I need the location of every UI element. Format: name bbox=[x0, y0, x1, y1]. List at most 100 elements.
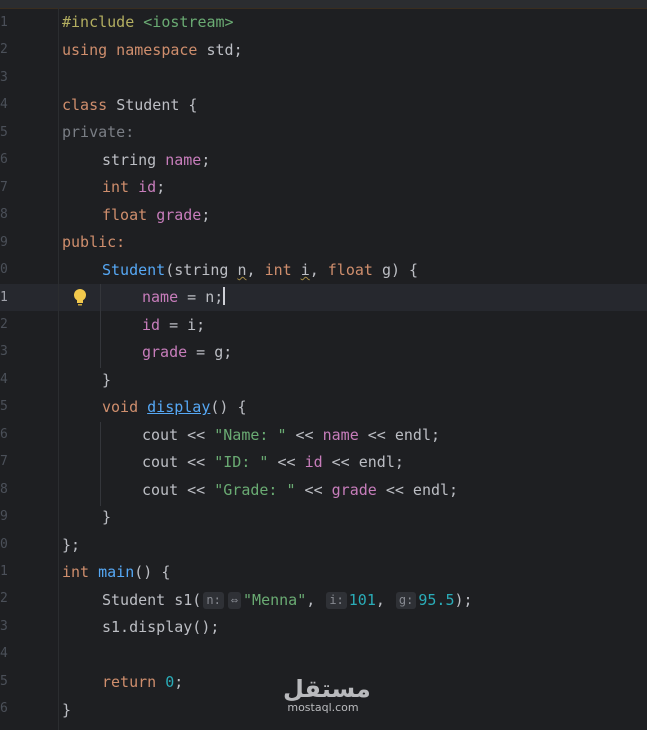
code-token: name bbox=[322, 426, 359, 444]
code-token: , bbox=[306, 591, 325, 609]
line-number[interactable]: 7 bbox=[0, 448, 8, 475]
line-number[interactable]: 2 bbox=[0, 36, 8, 63]
code-token: int bbox=[102, 178, 139, 196]
code-token: string bbox=[102, 151, 166, 169]
watermark-latin: mostaql.com bbox=[287, 701, 359, 714]
line-number[interactable]: 0 bbox=[0, 531, 8, 558]
line-number[interactable]: 3 bbox=[0, 64, 8, 91]
code-token: << endl; bbox=[376, 481, 459, 499]
code-token: cout << bbox=[142, 426, 215, 444]
code-line-6[interactable]: string name; bbox=[102, 147, 210, 174]
code-token: private: bbox=[62, 123, 135, 141]
line-number[interactable]: 5 bbox=[0, 668, 8, 695]
parameter-hint-g[interactable]: g: bbox=[395, 592, 417, 609]
code-token: 95.5 bbox=[418, 591, 455, 609]
code-token: public: bbox=[62, 233, 126, 251]
text-cursor bbox=[223, 287, 226, 305]
code-line-2[interactable]: using namespace std; bbox=[62, 37, 243, 64]
parameter-hint-n[interactable]: n: bbox=[203, 592, 224, 609]
code-line-10[interactable]: Student(string n, int i, float g) { bbox=[102, 257, 418, 284]
code-line-13[interactable]: grade = g; bbox=[142, 339, 232, 366]
line-number[interactable]: 5 bbox=[0, 393, 8, 420]
code-line-18[interactable]: cout << "Grade: " << grade << endl; bbox=[142, 477, 458, 504]
code-token: cout << bbox=[142, 481, 215, 499]
code-token: void bbox=[102, 398, 148, 416]
line-number[interactable]: 6 bbox=[0, 421, 8, 448]
line-number[interactable]: 2 bbox=[0, 311, 8, 338]
line-number[interactable]: 9 bbox=[0, 503, 8, 530]
watermark: مستقل mostaql.com bbox=[283, 676, 371, 714]
code-token: "ID: " bbox=[214, 453, 269, 471]
code-line-14[interactable]: } bbox=[102, 367, 111, 394]
code-token: (string bbox=[165, 261, 238, 279]
code-token: cout << bbox=[142, 453, 215, 471]
line-number[interactable]: 0 bbox=[0, 256, 8, 283]
code-line-26[interactable]: } bbox=[62, 697, 71, 724]
code-token: std; bbox=[206, 41, 243, 59]
line-number[interactable]: 3 bbox=[0, 613, 8, 640]
line-number[interactable]: 4 bbox=[0, 640, 8, 667]
code-line-11[interactable]: name = n; bbox=[142, 284, 226, 311]
code-token: , bbox=[375, 591, 394, 609]
swap-arrows-icon[interactable]: ⇔ bbox=[227, 592, 242, 609]
code-token: Student s1( bbox=[102, 591, 202, 609]
code-token: ) { bbox=[391, 261, 419, 279]
code-line-1[interactable]: #include <iostream> bbox=[62, 9, 234, 36]
line-number[interactable]: 4 bbox=[0, 91, 8, 118]
code-line-15[interactable]: void display() { bbox=[102, 394, 247, 421]
code-line-4[interactable]: class Student { bbox=[62, 92, 197, 119]
line-number[interactable]: 5 bbox=[0, 119, 8, 146]
code-token: }; bbox=[62, 536, 81, 554]
code-line-17[interactable]: cout << "ID: " << id << endl; bbox=[142, 449, 404, 476]
line-number[interactable]: 4 bbox=[0, 366, 8, 393]
line-number[interactable]: 6 bbox=[0, 146, 8, 173]
parameter-hint-i[interactable]: i: bbox=[326, 592, 347, 609]
code-line-20[interactable]: }; bbox=[62, 532, 80, 559]
code-token: << bbox=[295, 481, 332, 499]
code-token: } bbox=[102, 371, 112, 389]
code-token: "Grade: " bbox=[214, 481, 296, 499]
code-token: int bbox=[62, 563, 99, 581]
code-token: } bbox=[102, 508, 112, 526]
code-line-8[interactable]: float grade; bbox=[102, 202, 210, 229]
line-number[interactable]: 8 bbox=[0, 201, 8, 228]
line-number[interactable]: 2 bbox=[0, 585, 8, 612]
code-token: , bbox=[309, 261, 328, 279]
code-token: = g; bbox=[187, 343, 233, 361]
code-token: float bbox=[327, 261, 382, 279]
code-token: #include bbox=[62, 13, 144, 31]
code-line-23[interactable]: s1.display(); bbox=[102, 614, 219, 641]
code-line-21[interactable]: int main() { bbox=[62, 559, 170, 586]
line-number-gutter[interactable]: 12345678901234567890123456 bbox=[0, 8, 58, 730]
code-line-5[interactable]: private: bbox=[62, 119, 134, 146]
line-number[interactable]: 8 bbox=[0, 476, 8, 503]
code-line-25[interactable]: return 0; bbox=[102, 669, 183, 696]
line-number[interactable]: 1 bbox=[0, 558, 8, 585]
code-token: << bbox=[286, 426, 323, 444]
code-token: "Name: " bbox=[214, 426, 287, 444]
line-number[interactable]: 7 bbox=[0, 174, 8, 201]
line-number[interactable]: 1 bbox=[0, 284, 8, 311]
editor-top-bar bbox=[0, 0, 647, 9]
line-number[interactable]: 3 bbox=[0, 338, 8, 365]
line-number[interactable]: 1 bbox=[0, 9, 8, 36]
code-token: s1.display(); bbox=[102, 618, 220, 636]
code-token: Student bbox=[102, 261, 166, 279]
code-token: ; bbox=[201, 151, 211, 169]
code-token: ; bbox=[156, 178, 166, 196]
code-token: grade bbox=[156, 206, 202, 224]
code-token: class bbox=[62, 96, 117, 114]
code-token: << endl; bbox=[322, 453, 404, 471]
line-number[interactable]: 9 bbox=[0, 229, 8, 256]
code-line-9[interactable]: public: bbox=[62, 229, 125, 256]
code-line-7[interactable]: int id; bbox=[102, 174, 165, 201]
lightbulb-icon[interactable] bbox=[70, 287, 90, 307]
line-number[interactable]: 6 bbox=[0, 695, 8, 722]
code-token: id bbox=[138, 178, 157, 196]
code-line-16[interactable]: cout << "Name: " << name << endl; bbox=[142, 422, 440, 449]
code-token: } bbox=[62, 701, 72, 719]
code-token: name bbox=[165, 151, 202, 169]
code-line-12[interactable]: id = i; bbox=[142, 312, 205, 339]
code-line-22[interactable]: Student s1(n: ⇔ "Menna", i: 101, g: 95.5); bbox=[102, 587, 473, 614]
code-line-19[interactable]: } bbox=[102, 504, 111, 531]
